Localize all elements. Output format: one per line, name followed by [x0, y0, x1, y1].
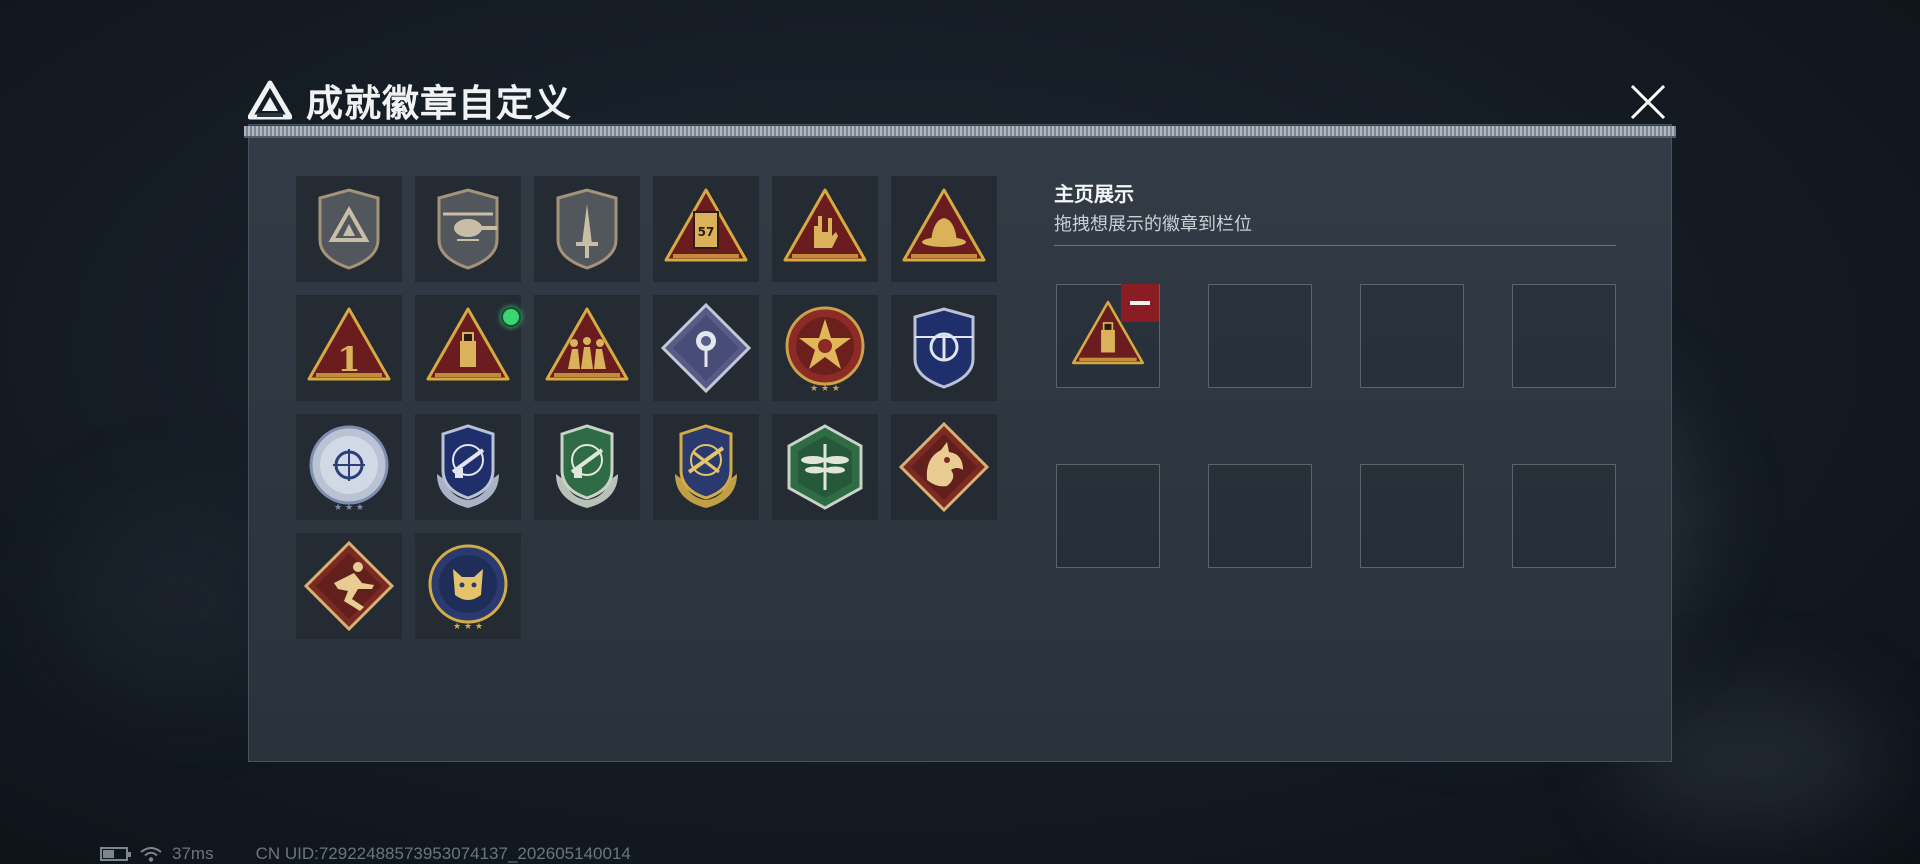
- badge-tile-crosshair-circle[interactable]: ★ ★ ★: [296, 414, 402, 520]
- showcase-slot-2[interactable]: [1208, 284, 1312, 388]
- showcase-title: 主页展示: [1054, 184, 1134, 206]
- badge-tile-numbered-plate[interactable]: 57: [653, 176, 759, 282]
- badge-tile-police-shield[interactable]: [891, 295, 997, 401]
- badge-tile-dragon[interactable]: [891, 414, 997, 520]
- sniper-gold-badge-icon: [675, 424, 737, 508]
- remove-badge-button[interactable]: [1121, 284, 1159, 322]
- svg-text:★ ★ ★: ★ ★ ★: [810, 384, 840, 394]
- badge-tile-usb-drive[interactable]: [415, 295, 521, 401]
- panel-header-strip: [244, 126, 1676, 138]
- dragon-badge-icon: [898, 421, 990, 513]
- rifle-navy-badge-icon: [437, 424, 499, 508]
- badge-tile-rose[interactable]: [653, 295, 759, 401]
- badge-tile-sniper-gold[interactable]: [653, 414, 759, 520]
- divider: [1054, 245, 1616, 246]
- page-title: 成就徽章自定义: [306, 83, 572, 124]
- wifi-icon: [140, 847, 162, 862]
- soldiers-badge-icon: [545, 307, 629, 381]
- showcase-slot-3[interactable]: [1360, 284, 1464, 388]
- dragonfly-badge-icon: [787, 424, 863, 510]
- svg-text:1: 1: [337, 340, 361, 380]
- showcase-slot-4[interactable]: [1512, 284, 1616, 388]
- close-button[interactable]: [1622, 76, 1674, 128]
- numbered-plate-badge-icon: 57: [664, 188, 748, 262]
- badge-tile-dagger[interactable]: [534, 176, 640, 282]
- badge-tile-rifle-green[interactable]: [534, 414, 640, 520]
- badge-tile-runner[interactable]: [296, 533, 402, 639]
- status-bar: 37ms CN UID:7292248857395307413‍7_202605…: [100, 844, 631, 864]
- badge-tile-triangle-emblem[interactable]: [296, 176, 402, 282]
- showcase-slot-6[interactable]: [1208, 464, 1312, 568]
- badge-tile-soldiers[interactable]: [534, 295, 640, 401]
- ping-value: 37ms: [172, 844, 214, 863]
- triangle-emblem-badge-icon: [318, 188, 380, 270]
- svg-text:★ ★ ★: ★ ★ ★: [453, 622, 483, 632]
- triangle-logo-icon: [248, 80, 292, 120]
- badge-collection-grid: 57 1 ★ ★ ★ ★ ★ ★ ★ ★ ★: [296, 176, 997, 639]
- helicopter-badge-icon: [437, 188, 499, 270]
- close-x-icon: [1630, 84, 1666, 120]
- showcase-slot-5[interactable]: [1056, 464, 1160, 568]
- showcase-instructions: 拖拽想展示的徽章到栏位: [1054, 214, 1252, 234]
- runner-badge-icon: [303, 540, 395, 632]
- dialog-header: 成就徽章自定义: [248, 74, 572, 126]
- svg-text:57: 57: [698, 225, 715, 239]
- minus-icon: [1130, 301, 1150, 305]
- rifle-green-badge-icon: [556, 424, 618, 508]
- new-indicator-dot: [501, 307, 521, 327]
- number-one-badge-icon: 1: [307, 307, 391, 381]
- showcase-slot-grid: [1056, 284, 1616, 568]
- wildcat-badge-icon: ★ ★ ★: [428, 544, 508, 632]
- badge-tile-number-one[interactable]: 1: [296, 295, 402, 401]
- svg-text:★ ★ ★: ★ ★ ★: [334, 503, 364, 513]
- star-emblem-badge-icon: ★ ★ ★: [785, 306, 865, 394]
- badge-tile-helicopter[interactable]: [415, 176, 521, 282]
- rose-badge-icon: [660, 302, 752, 394]
- hat-badge-icon: [902, 188, 986, 262]
- dagger-badge-icon: [556, 188, 618, 270]
- police-shield-badge-icon: [913, 307, 975, 389]
- badge-tile-rock-hand[interactable]: [772, 176, 878, 282]
- badge-tile-hat[interactable]: [891, 176, 997, 282]
- rock-hand-badge-icon: [783, 188, 867, 262]
- crosshair-circle-badge-icon: ★ ★ ★: [309, 425, 389, 513]
- badge-tile-star-emblem[interactable]: ★ ★ ★: [772, 295, 878, 401]
- badge-tile-wildcat[interactable]: ★ ★ ★: [415, 533, 521, 639]
- showcase-slot-1[interactable]: [1056, 284, 1160, 388]
- battery-icon: [100, 847, 131, 861]
- showcase-slot-7[interactable]: [1360, 464, 1464, 568]
- showcase-slot-8[interactable]: [1512, 464, 1616, 568]
- user-uid: CN UID:7292248857395307413‍7_20260514001…: [255, 844, 631, 863]
- badge-tile-rifle-navy[interactable]: [415, 414, 521, 520]
- badge-tile-dragonfly[interactable]: [772, 414, 878, 520]
